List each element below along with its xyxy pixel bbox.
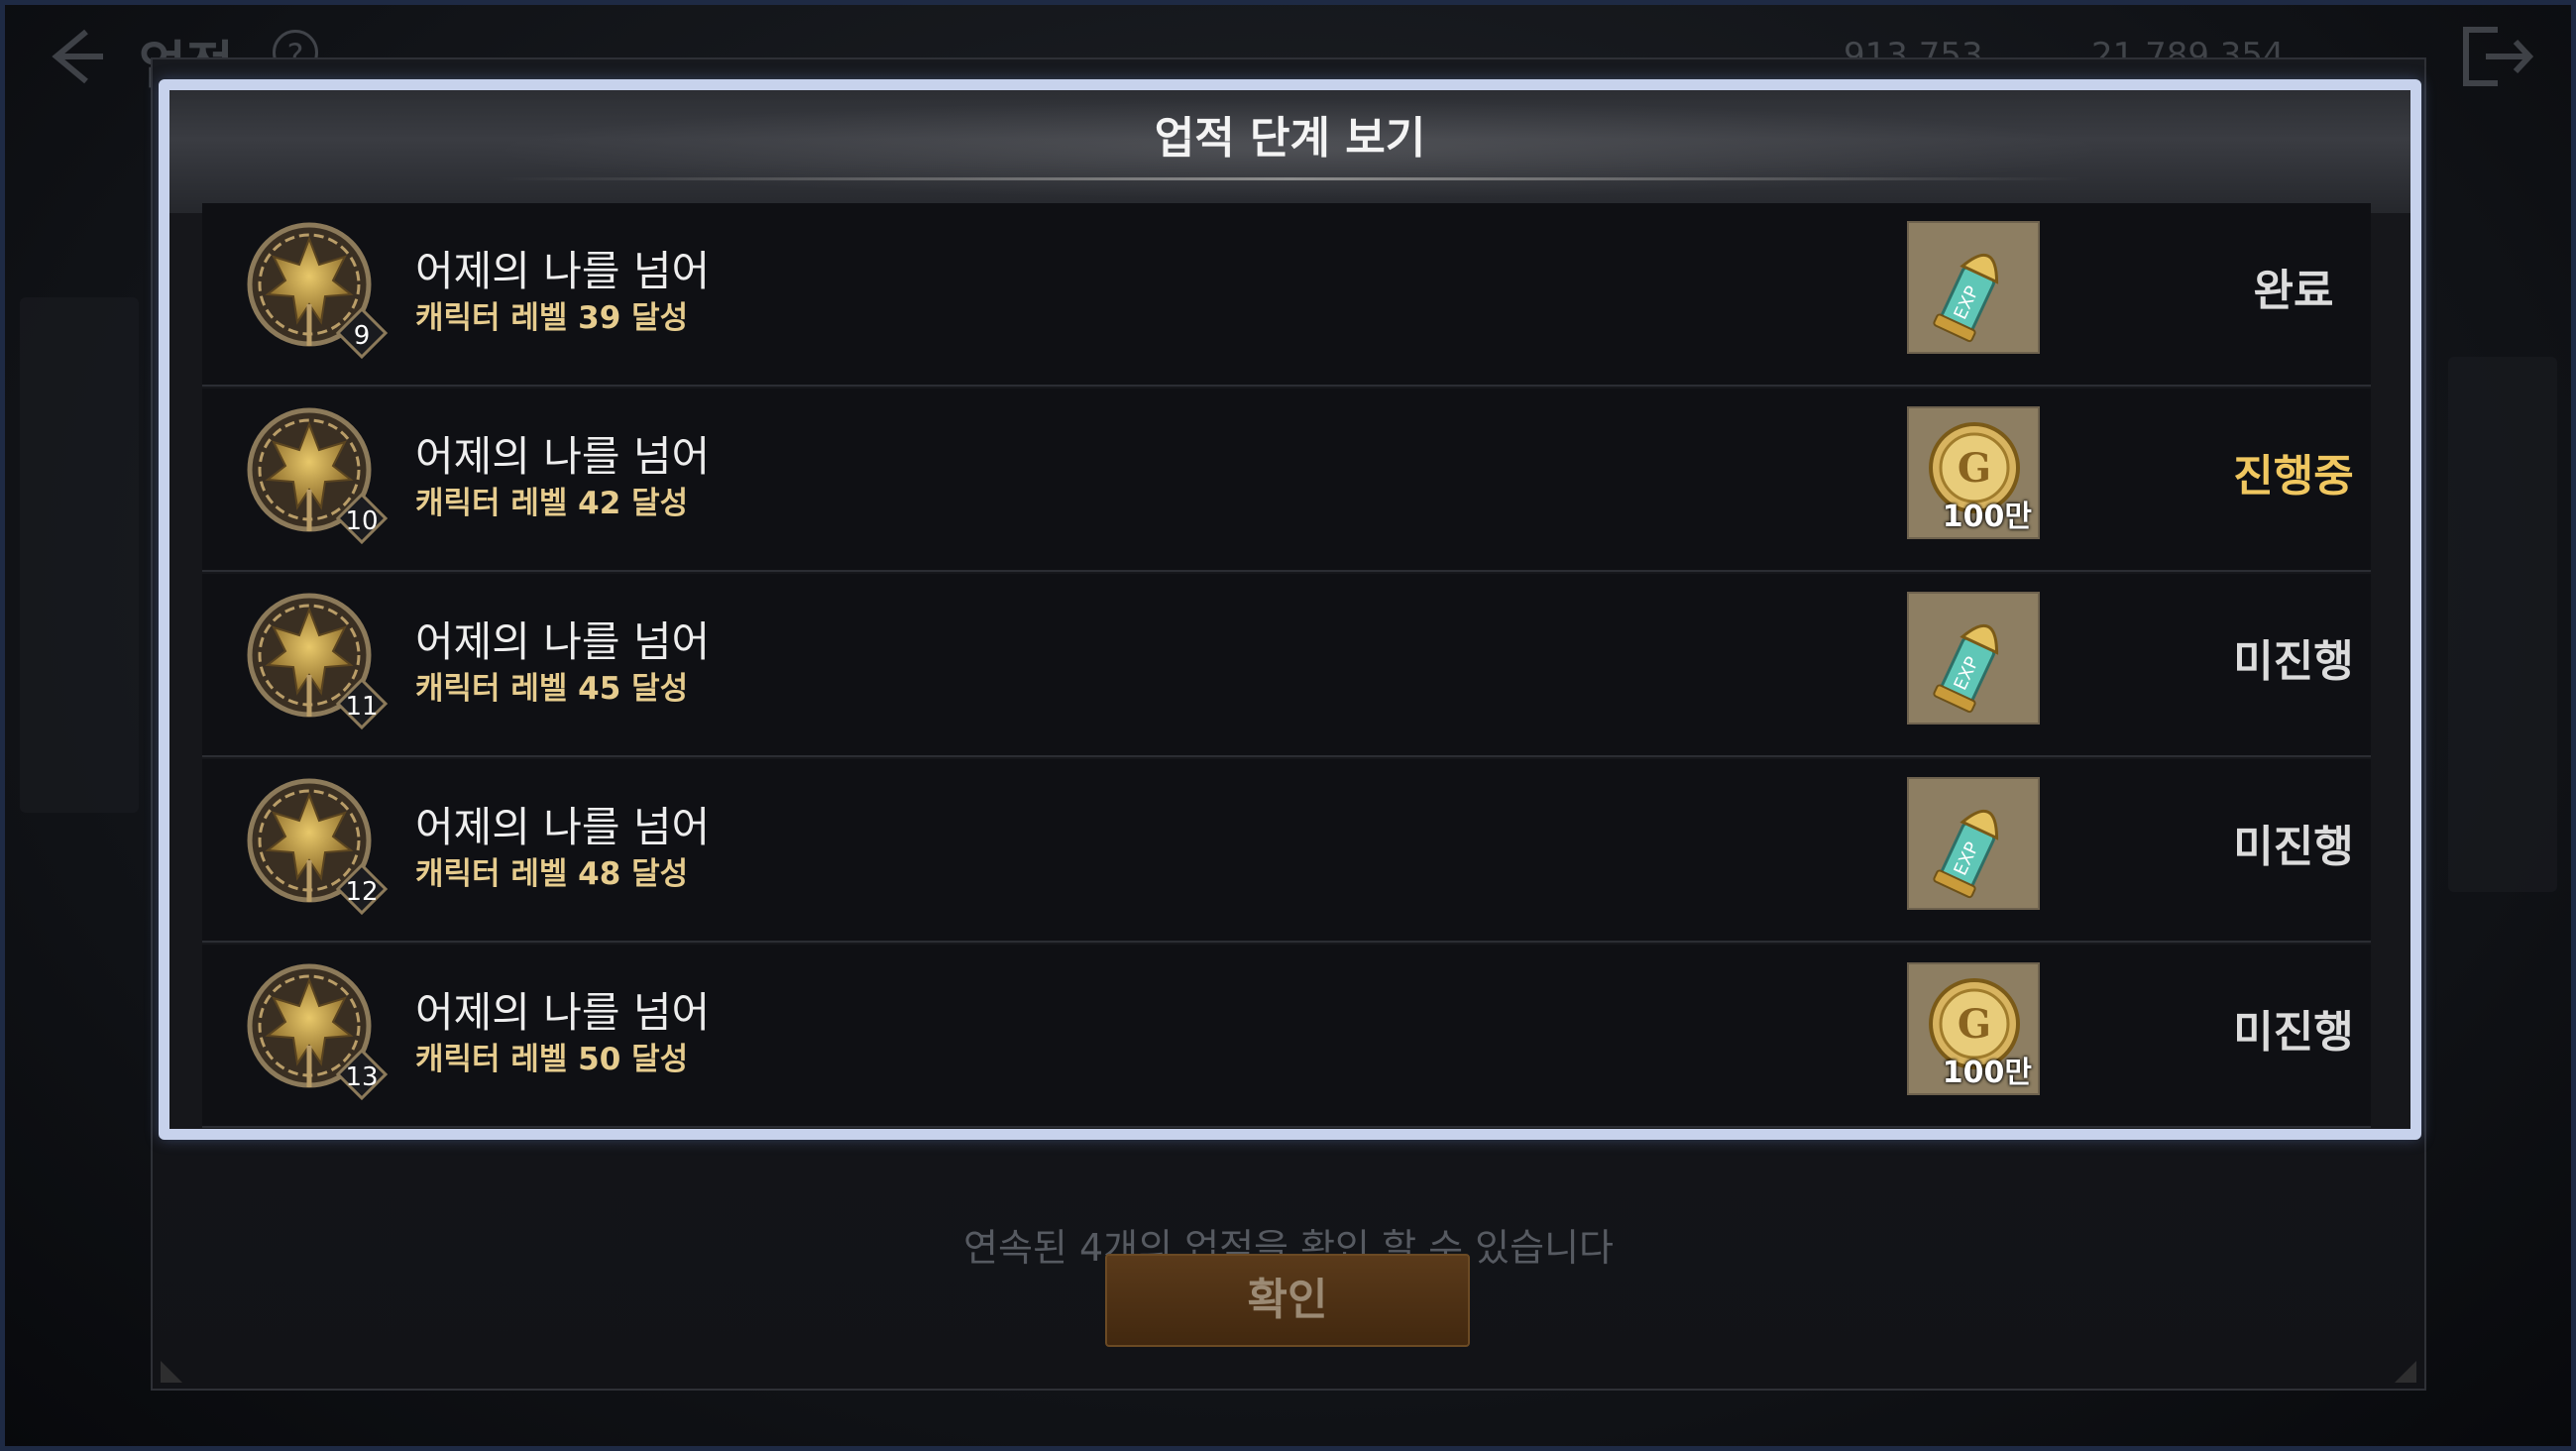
achievement-medal-icon: 10 — [247, 407, 389, 545]
stage-title: 어제의 나를 넘어 — [415, 247, 711, 295]
svg-text:G: G — [1958, 1001, 1991, 1048]
stage-number: 11 — [345, 692, 378, 722]
exit-icon[interactable] — [2458, 22, 2537, 91]
achievement-stage-panel: 업적 단계 보기 9 어제의 나를 넘어 캐릭터 레벨 39 달성 EXP 완료 — [159, 79, 2421, 1140]
stage-title: 어제의 나를 넘어 — [415, 432, 711, 481]
stage-condition: 캐릭터 레벨 48 달성 — [415, 856, 689, 892]
dialog-corner-ornament — [161, 1361, 182, 1383]
back-arrow-icon[interactable] — [42, 22, 111, 91]
stage-row: 13 어제의 나를 넘어 캐릭터 레벨 50 달성 G 100만 미진행 — [202, 945, 2371, 1128]
stage-title: 어제의 나를 넘어 — [415, 988, 711, 1037]
stage-row: 11 어제의 나를 넘어 캐릭터 레벨 45 달성 EXP 미진행 — [202, 574, 2371, 757]
header-divider — [497, 177, 2082, 180]
stage-status: 완료 — [2253, 266, 2334, 316]
stage-status: 미진행 — [2233, 822, 2354, 872]
stage-condition: 캐릭터 레벨 39 달성 — [415, 300, 689, 336]
stage-condition: 캐릭터 레벨 50 달성 — [415, 1042, 689, 1077]
achievement-medal-icon: 12 — [247, 778, 389, 916]
panel-header: 업적 단계 보기 — [169, 90, 2410, 213]
confirm-button[interactable]: 확인 — [1105, 1254, 1470, 1347]
reward-amount: 100만 — [1942, 500, 2032, 534]
stage-condition: 캐릭터 레벨 42 달성 — [415, 486, 689, 521]
stage-status: 미진행 — [2233, 636, 2354, 687]
stage-status: 진행중 — [2233, 451, 2354, 502]
stage-number: 13 — [345, 1062, 378, 1092]
achievement-medal-icon: 9 — [247, 222, 389, 360]
background-side-panel-left — [20, 297, 139, 813]
reward-amount: 100만 — [1942, 1056, 2032, 1090]
background-side-panel-right — [2448, 357, 2557, 892]
stage-row: 10 어제의 나를 넘어 캐릭터 레벨 42 달성 G 100만 진행중 — [202, 389, 2371, 572]
screen: 업적 ? 913,753 21,789,354 연속된 4개의 업적을 확인 할… — [0, 0, 2576, 1451]
stage-number: 9 — [354, 321, 371, 351]
stage-condition: 캐릭터 레벨 45 달성 — [415, 671, 689, 707]
exp-potion-icon: EXP — [1909, 594, 2038, 723]
exp-potion-icon: EXP — [1909, 779, 2038, 908]
achievement-medal-icon: 11 — [247, 593, 389, 730]
reward-slot[interactable]: EXP — [1907, 777, 2040, 910]
stage-title: 어제의 나를 넘어 — [415, 617, 711, 666]
svg-text:G: G — [1958, 445, 1991, 492]
panel-title: 업적 단계 보기 — [1154, 113, 1426, 164]
stage-number: 12 — [345, 877, 378, 907]
exp-potion-icon: EXP — [1909, 223, 2038, 352]
stage-number: 10 — [345, 506, 378, 536]
achievement-stage-list: 9 어제의 나를 넘어 캐릭터 레벨 39 달성 EXP 완료 10 어제의 나… — [202, 203, 2371, 1129]
reward-slot[interactable]: G 100만 — [1907, 406, 2040, 539]
stage-title: 어제의 나를 넘어 — [415, 803, 711, 851]
stage-row: 12 어제의 나를 넘어 캐릭터 레벨 48 달성 EXP 미진행 — [202, 759, 2371, 943]
dialog-corner-ornament — [2395, 1361, 2416, 1383]
stage-row: 9 어제의 나를 넘어 캐릭터 레벨 39 달성 EXP 완료 — [202, 203, 2371, 387]
reward-slot[interactable]: G 100만 — [1907, 962, 2040, 1095]
achievement-medal-icon: 13 — [247, 963, 389, 1101]
reward-slot[interactable]: EXP — [1907, 221, 2040, 354]
stage-status: 미진행 — [2233, 1007, 2354, 1058]
reward-slot[interactable]: EXP — [1907, 592, 2040, 725]
